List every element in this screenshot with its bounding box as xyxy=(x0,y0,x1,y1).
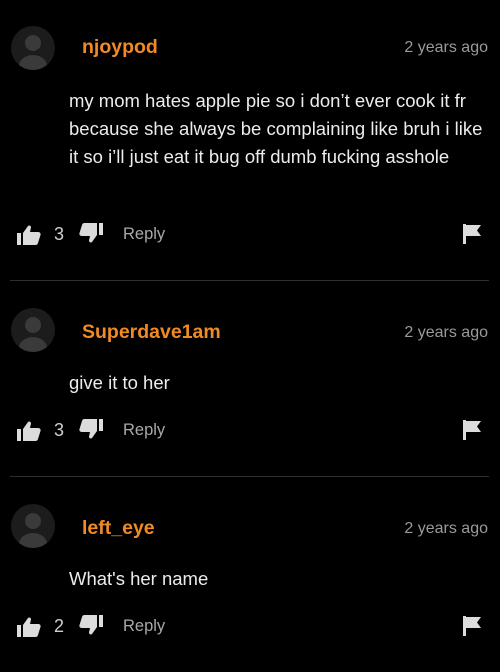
username[interactable]: left_eye xyxy=(82,517,155,540)
thumbs-down-icon[interactable] xyxy=(79,419,103,444)
flag-icon[interactable] xyxy=(462,420,482,445)
comment: left_eye 2 years ago What's her name 2 R… xyxy=(0,477,500,672)
thumbs-up-icon[interactable] xyxy=(17,225,41,250)
thumbs-down-icon[interactable] xyxy=(79,615,103,640)
comment-actions: 3 Reply xyxy=(0,223,500,249)
comment-text: give it to her xyxy=(69,372,170,393)
reply-button[interactable]: Reply xyxy=(123,225,165,244)
timestamp: 2 years ago xyxy=(404,520,488,537)
user-avatar-icon[interactable] xyxy=(11,26,55,70)
timestamp: 2 years ago xyxy=(404,324,488,341)
flag-icon[interactable] xyxy=(462,224,482,249)
comment-actions: 3 Reply xyxy=(0,419,500,445)
like-count: 3 xyxy=(54,420,65,440)
comment-text: What's her name xyxy=(69,568,209,589)
username[interactable]: njoypod xyxy=(82,36,158,59)
like-count: 3 xyxy=(54,224,65,244)
username[interactable]: Superdave1am xyxy=(82,321,221,344)
user-avatar-icon[interactable] xyxy=(11,308,55,352)
thumbs-down-icon[interactable] xyxy=(79,223,103,248)
comment: Superdave1am 2 years ago give it to her … xyxy=(0,281,500,476)
flag-icon[interactable] xyxy=(462,616,482,641)
thumbs-up-icon[interactable] xyxy=(17,421,41,446)
comment: njoypod 2 years ago my mom hates apple p… xyxy=(0,0,500,280)
comment-text: my mom hates apple pie so i don’t ever c… xyxy=(69,90,483,167)
user-avatar-icon[interactable] xyxy=(11,504,55,548)
like-count: 2 xyxy=(54,616,65,636)
thumbs-up-icon[interactable] xyxy=(17,617,41,642)
reply-button[interactable]: Reply xyxy=(123,421,165,440)
timestamp: 2 years ago xyxy=(404,39,488,56)
reply-button[interactable]: Reply xyxy=(123,617,165,636)
comment-actions: 2 Reply xyxy=(0,615,500,641)
